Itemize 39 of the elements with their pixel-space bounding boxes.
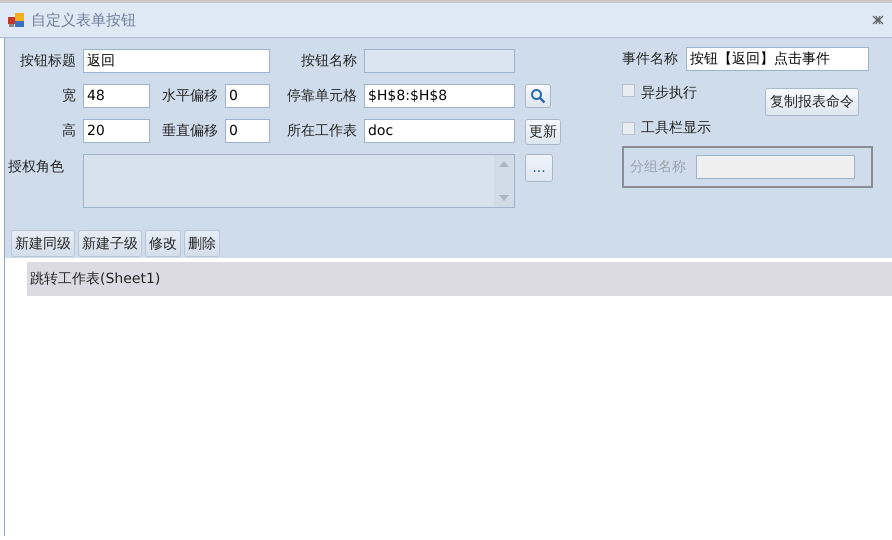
input-field[interactable]: 48 [83,84,150,108]
scroll-up-icon[interactable] [499,161,509,167]
input-field[interactable]: 0 [225,119,270,143]
field-label: 停靠单元格 [287,87,358,105]
field-label: 高 [62,122,77,140]
close-icon[interactable] [872,15,884,25]
field-label: 授权角色 [8,158,65,176]
input-field[interactable]: 20 [83,119,150,143]
toolbar-button[interactable]: 新建同级 [11,230,75,257]
input-field[interactable]: 0 [225,84,270,108]
input-field[interactable]: 返回 [83,49,270,73]
field-label: 事件名称 [622,50,678,68]
search-icon [530,88,546,104]
field-label: 垂直偏移 [162,122,219,140]
roles-list[interactable] [83,154,515,208]
checkbox[interactable] [622,122,635,134]
search-button[interactable] [525,84,551,108]
field-label: 所在工作表 [287,122,358,140]
copy-button[interactable]: 复制报表命令 [765,88,859,116]
field-label: 水平偏移 [162,87,219,105]
window-title: 自定义表单按钮 [31,10,136,30]
scroll-down-icon[interactable] [499,195,509,201]
input-field[interactable]: 按钮【返回】点击事件 [686,47,869,71]
checkbox-label: 异步执行 [641,84,697,102]
field-label: 按钮名称 [301,52,358,70]
input-field[interactable]: doc [364,119,515,143]
input-field[interactable]: $H$8:$H$8 [364,84,515,108]
checkbox[interactable] [622,84,635,97]
toolbar-button[interactable]: 新建子级 [78,230,142,257]
app-icon [8,12,25,28]
checkbox-label: 工具栏显示 [641,119,711,137]
field-label: 按钮标题 [20,52,77,70]
toolbar-button[interactable]: 修改 [145,230,181,257]
field-label: 宽 [62,87,77,105]
field-label: 分组名称 [630,158,686,176]
tree-item[interactable]: 跳转工作表(Sheet1) [27,262,892,296]
update-button[interactable]: 更新 [525,119,561,145]
more-button[interactable]: ... [525,154,553,182]
toolbar-button[interactable]: 删除 [184,230,220,257]
